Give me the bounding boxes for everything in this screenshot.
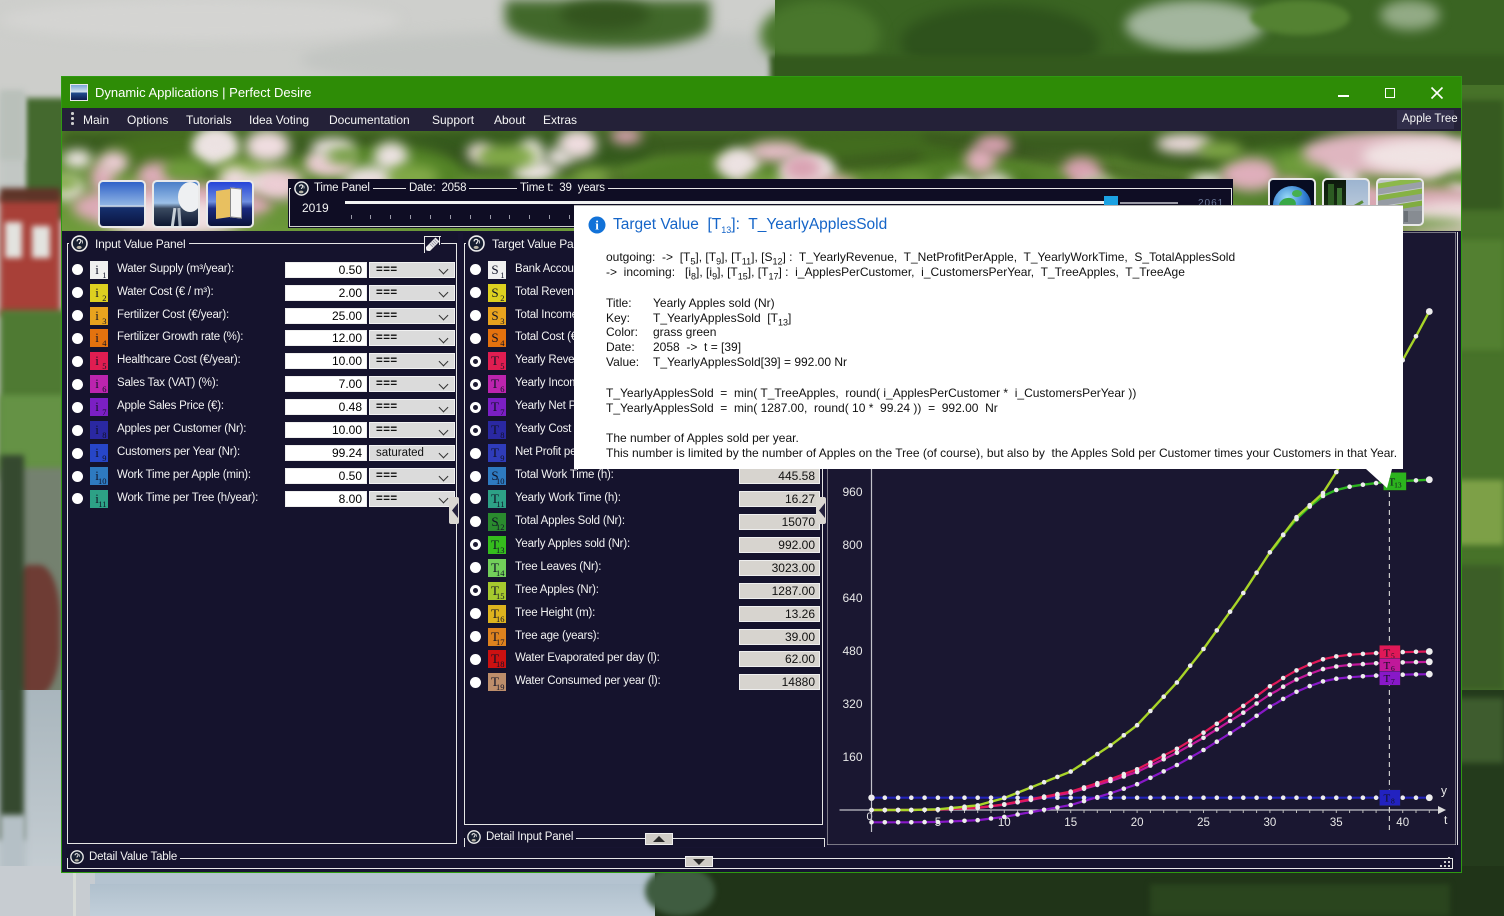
svg-text:T: T (1384, 647, 1391, 659)
svg-text:480: 480 (842, 644, 862, 658)
svg-text:8: 8 (1391, 797, 1395, 806)
svg-text:160: 160 (842, 750, 862, 764)
svg-text:15: 15 (1064, 817, 1077, 829)
svg-text:40: 40 (1396, 817, 1409, 829)
svg-text:960: 960 (842, 485, 862, 499)
svg-text:320: 320 (842, 697, 862, 711)
svg-text:7: 7 (1391, 677, 1395, 686)
svg-text:800: 800 (842, 538, 862, 552)
svg-text:i: i (595, 218, 599, 233)
svg-text:640: 640 (842, 591, 862, 605)
svg-text:T: T (1384, 673, 1391, 685)
svg-text:T: T (1384, 660, 1391, 672)
svg-text:25: 25 (1197, 817, 1210, 829)
svg-text:35: 35 (1330, 817, 1343, 829)
svg-text:T: T (1384, 793, 1391, 805)
svg-text:13: 13 (1394, 480, 1402, 489)
svg-text:30: 30 (1264, 817, 1277, 829)
svg-text:y: y (1441, 784, 1447, 798)
svg-text:20: 20 (1131, 817, 1144, 829)
